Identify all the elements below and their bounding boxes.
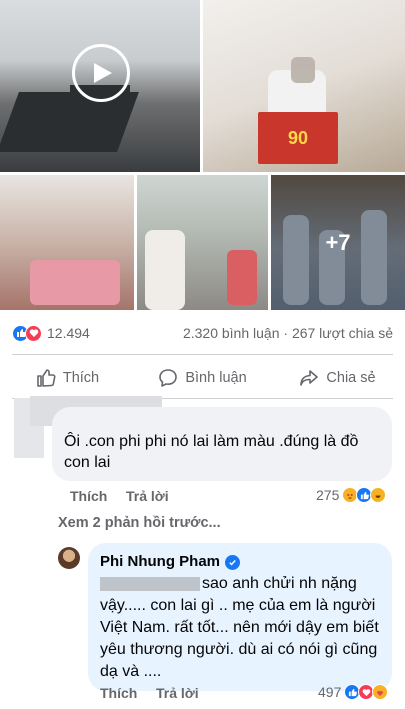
divider: [12, 354, 393, 355]
avatar[interactable]: [58, 547, 80, 569]
comment: Ôi .con phi phi nó lai làm màu .đúng là …: [52, 407, 392, 481]
post-action-bar: Thích Bình luận Chia sẻ: [0, 359, 405, 397]
reaction-stats-bar: 12.494 2.320 bình luận · 267 lượt chia s…: [0, 318, 405, 348]
comment-count[interactable]: 2.320 bình luận: [183, 325, 280, 341]
gift-box: 90: [258, 112, 338, 164]
comment-bubble: Ôi .con phi phi nó lai làm màu .đúng là …: [52, 407, 392, 481]
comment-reply-button[interactable]: Trả lời: [126, 488, 169, 504]
more-photos-overlay[interactable]: +7: [271, 175, 405, 310]
reply-reactions[interactable]: 497: [318, 684, 389, 700]
comment-reaction-count: 275: [316, 487, 340, 503]
reply-bubble: Phi Nhung Pham sao anh chửi nh nặng vậy.…: [88, 543, 392, 691]
photo-children-outside[interactable]: [137, 175, 268, 310]
comment-like-button[interactable]: Thích: [70, 488, 107, 504]
verified-badge-icon: [225, 554, 240, 570]
care-reaction-icon: [372, 684, 389, 700]
blurred-mention: [100, 576, 200, 591]
reply-reply-button[interactable]: Trả lời: [156, 685, 199, 701]
comment-reactions[interactable]: 275: [316, 487, 387, 503]
comment-text: Ôi .con phi phi nó lai làm màu .đúng là …: [64, 433, 359, 471]
photo-medical-workers[interactable]: +7: [271, 175, 405, 310]
comment-icon: [159, 369, 178, 387]
reaction-count[interactable]: 12.494: [47, 325, 90, 341]
comments-shares[interactable]: 2.320 bình luận · 267 lượt chia sẻ: [183, 325, 393, 341]
reply-body: sao anh chửi nh nặng vậy..... con lai gì…: [100, 573, 380, 683]
video-thumbnail[interactable]: [0, 0, 200, 172]
reply-author-name[interactable]: Phi Nhung Pham: [100, 551, 220, 573]
reply-author-row: Phi Nhung Pham: [100, 551, 380, 573]
child-figure: [145, 230, 185, 310]
play-icon[interactable]: [72, 44, 130, 102]
thumbs-up-icon: [37, 369, 56, 387]
child-figure: [227, 250, 257, 305]
reply-comment: Phi Nhung Pham sao anh chửi nh nặng vậy.…: [88, 543, 392, 691]
share-button[interactable]: Chia sẻ: [270, 368, 405, 388]
reply-like-button[interactable]: Thích: [100, 685, 137, 701]
share-icon: [300, 370, 319, 386]
reaction-icons[interactable]: [12, 324, 42, 342]
more-photos-count: +7: [325, 229, 351, 255]
photo-child-with-box[interactable]: 90: [203, 0, 405, 172]
haha-reaction-icon: [370, 487, 387, 503]
view-previous-replies[interactable]: Xem 2 phản hồi trước...: [58, 515, 221, 531]
comment-button[interactable]: Bình luận: [135, 368, 270, 388]
blurred-face: [291, 57, 315, 83]
photo-grid: 90 +7: [0, 0, 405, 310]
box-label: 90: [287, 127, 309, 148]
like-button[interactable]: Thích: [0, 368, 135, 388]
like-label: Thích: [62, 370, 100, 386]
share-count[interactable]: 267 lượt chia sẻ: [292, 325, 393, 341]
love-reaction-icon: [25, 324, 42, 342]
gift-bags: [30, 260, 120, 305]
share-label: Chia sẻ: [326, 370, 376, 386]
reply-reaction-count: 497: [318, 684, 342, 700]
photo-family-packing[interactable]: [0, 175, 134, 310]
comment-label: Bình luận: [185, 370, 247, 386]
